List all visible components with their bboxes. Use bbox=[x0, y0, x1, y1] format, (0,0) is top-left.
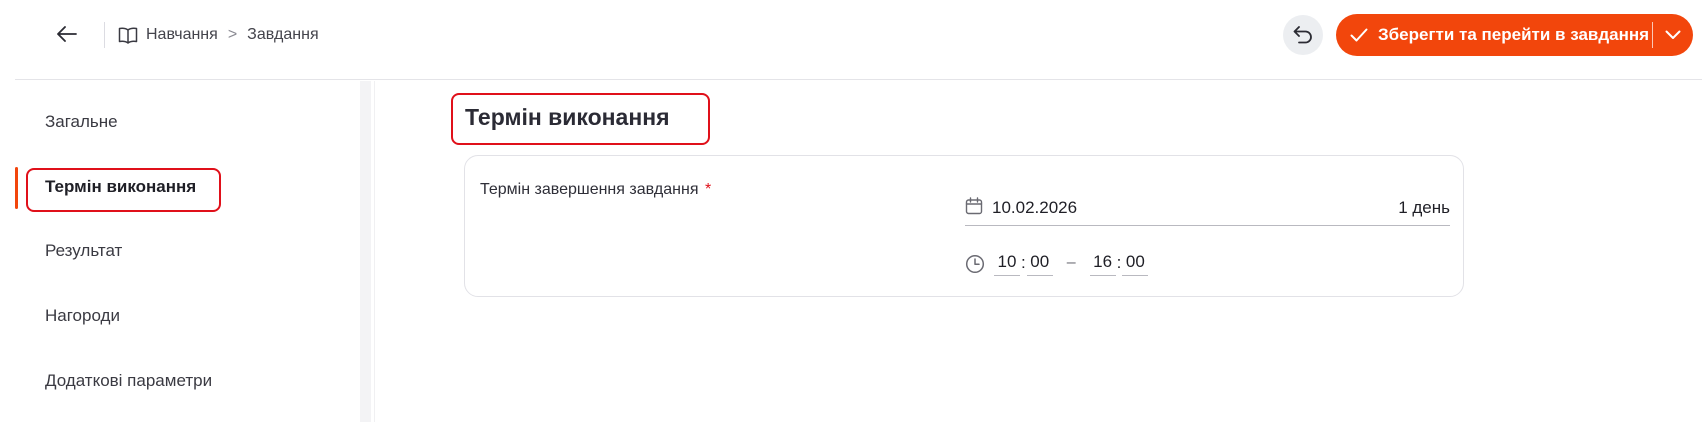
page: Навчання > Завдання Зберегти та перейти … bbox=[0, 0, 1702, 422]
save-button-label: Зберегти та перейти в завдання bbox=[1378, 25, 1650, 44]
save-dropdown-toggle[interactable] bbox=[1653, 14, 1693, 56]
section-title: Термін виконання bbox=[465, 104, 670, 130]
deadline-card: Термін завершення завдання * 10.02.2026 … bbox=[464, 155, 1464, 297]
save-main-area[interactable]: Зберегти та перейти в завдання bbox=[1336, 14, 1652, 56]
back-button[interactable] bbox=[43, 16, 91, 52]
sidebar-scrollbar[interactable] bbox=[360, 81, 371, 422]
time-to-minutes-input[interactable]: 00 bbox=[1122, 252, 1149, 276]
top-header: Навчання > Завдання Зберегти та перейти … bbox=[15, 0, 1702, 80]
clock-icon bbox=[965, 254, 985, 274]
arrow-left-icon bbox=[57, 26, 77, 42]
sidebar-item-deadline[interactable]: Термін виконання bbox=[45, 166, 196, 208]
time-to-colon: : bbox=[1116, 252, 1122, 272]
sidebar-item-result[interactable]: Результат bbox=[45, 230, 122, 272]
time-range-field: 10 : 00 – 16 : 00 bbox=[965, 249, 1149, 279]
sidebar-item-rewards[interactable]: Нагороди bbox=[45, 295, 120, 337]
calendar-icon bbox=[965, 196, 983, 214]
left-gutter bbox=[0, 80, 15, 422]
date-value[interactable]: 10.02.2026 bbox=[992, 198, 1077, 218]
time-from-minutes-input[interactable]: 00 bbox=[1026, 252, 1053, 276]
checkmark-icon bbox=[1350, 28, 1368, 42]
breadcrumb-separator: > bbox=[227, 26, 238, 43]
time-from-hours-input[interactable]: 10 bbox=[994, 252, 1020, 276]
required-mark: * bbox=[704, 181, 712, 198]
book-icon bbox=[118, 27, 138, 44]
duration-value: 1 день bbox=[1398, 197, 1450, 217]
sidebar-active-indicator bbox=[15, 167, 18, 209]
time-range-dash: – bbox=[1066, 253, 1076, 271]
undo-button[interactable] bbox=[1283, 15, 1323, 55]
sidebar-item-general[interactable]: Загальне bbox=[45, 101, 118, 143]
undo-icon bbox=[1293, 26, 1312, 44]
save-and-go-button[interactable]: Зберегти та перейти в завдання bbox=[1336, 14, 1693, 56]
date-field[interactable]: 10.02.2026 1 день bbox=[965, 194, 1450, 226]
header-divider bbox=[104, 22, 105, 48]
time-to-hours-input[interactable]: 16 bbox=[1089, 252, 1116, 276]
time-from-colon: : bbox=[1021, 252, 1026, 272]
breadcrumb-item-tasks[interactable]: Завдання bbox=[247, 26, 318, 44]
deadline-field-label: Термін завершення завдання * bbox=[480, 181, 711, 199]
breadcrumb-item-training[interactable]: Навчання bbox=[146, 26, 218, 44]
deadline-label-text: Термін завершення завдання bbox=[480, 181, 699, 198]
chevron-down-icon bbox=[1665, 30, 1681, 39]
breadcrumb: Навчання > Завдання bbox=[118, 23, 319, 47]
sidebar: Загальне Термін виконання Результат Наго… bbox=[15, 81, 375, 422]
sidebar-item-additional-params[interactable]: Додаткові параметри bbox=[45, 360, 212, 402]
